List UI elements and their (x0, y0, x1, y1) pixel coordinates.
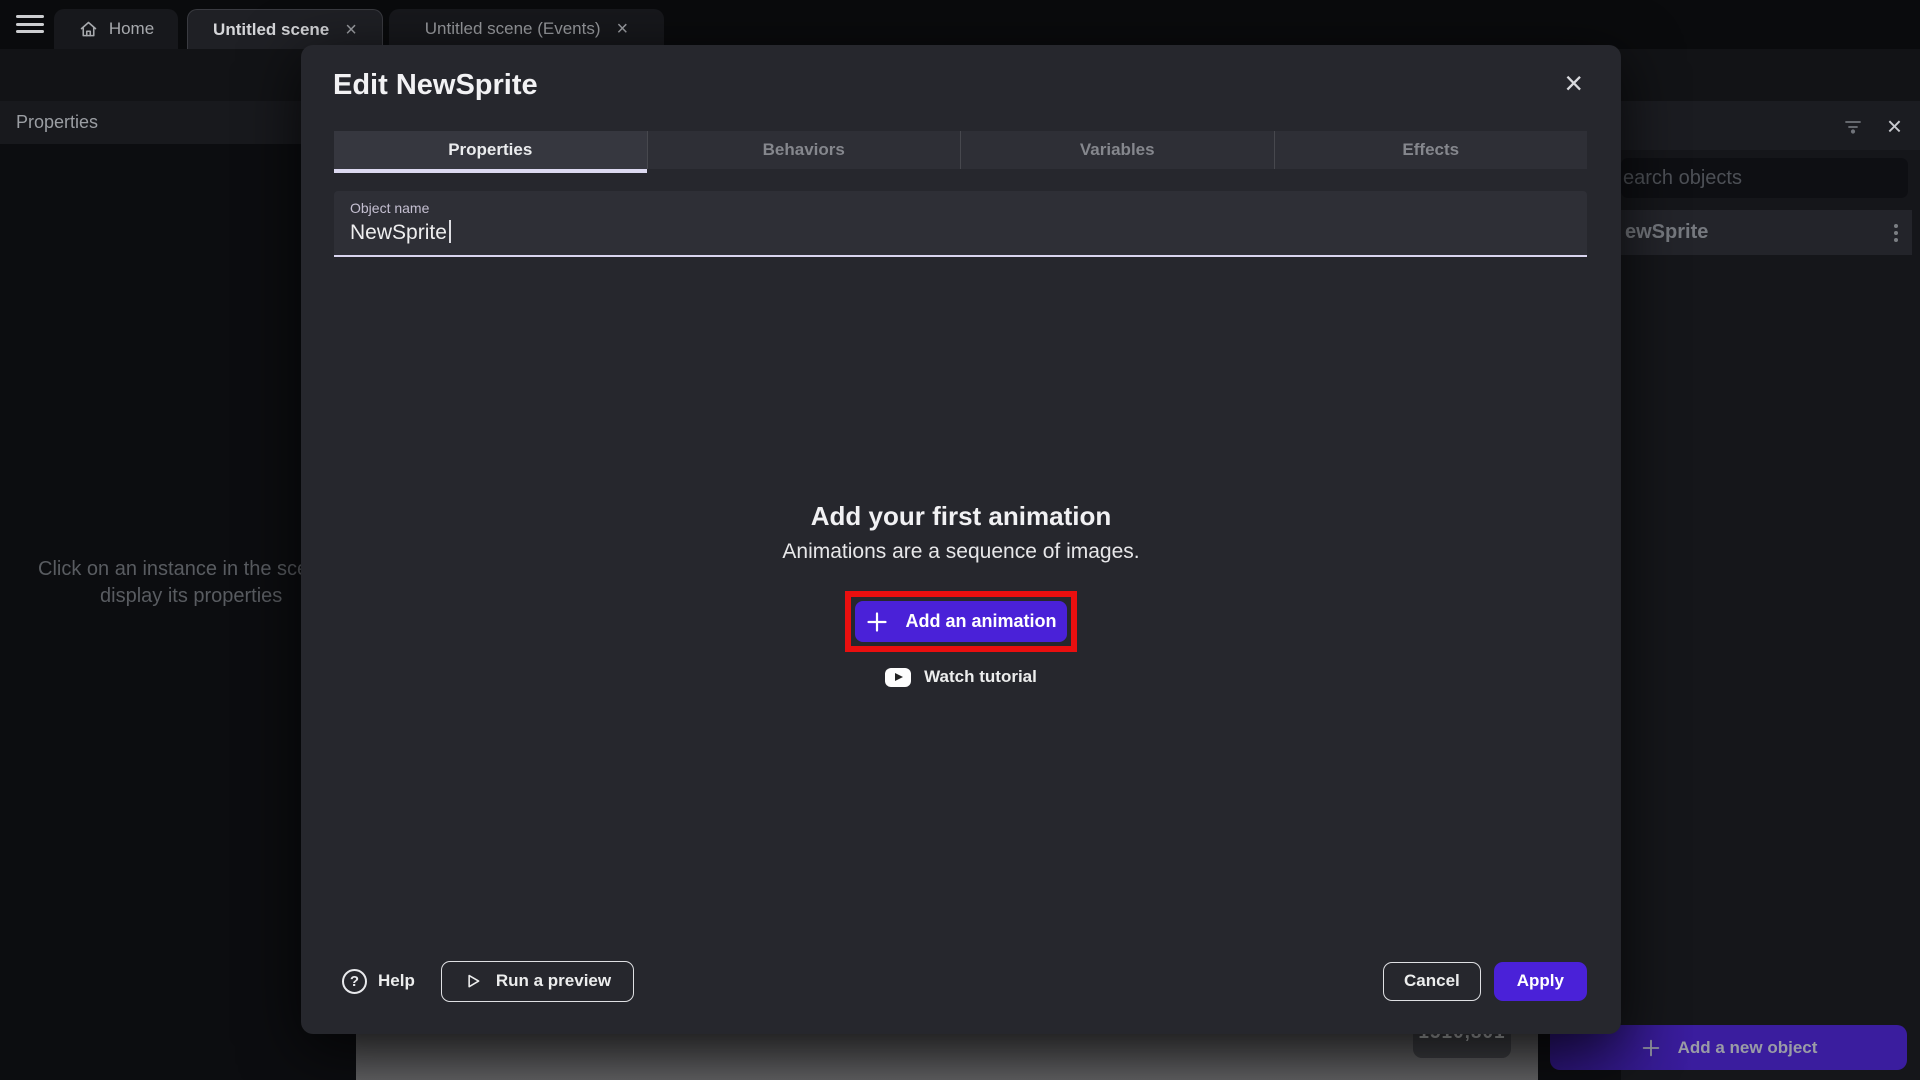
question-mark-icon: ? (342, 969, 367, 994)
close-tab-icon[interactable]: × (617, 19, 629, 39)
home-icon (78, 19, 99, 40)
tab-untitled-scene-events[interactable]: Untitled scene (Events) × (389, 9, 664, 49)
search-objects-placeholder: earch objects (1621, 167, 1742, 190)
tab-effects[interactable]: Effects (1274, 131, 1588, 169)
project-tabs: Home Untitled scene × Untitled scene (Ev… (54, 9, 664, 49)
tab-home[interactable]: Home (54, 9, 178, 49)
edit-object-dialog: Edit NewSprite × Properties Behaviors Va… (301, 45, 1621, 1034)
tab-scene-label: Untitled scene (213, 20, 329, 40)
tab-home-label: Home (109, 19, 154, 39)
properties-empty-text-line1: Click on an instance in the sce (38, 558, 308, 581)
empty-state-subheading: Animations are a sequence of images. (301, 540, 1621, 564)
plus-icon (865, 610, 889, 634)
object-name-label: Object name (350, 200, 1571, 216)
highlight-rectangle: Add an animation (845, 591, 1077, 652)
close-panel-icon[interactable]: × (1887, 113, 1902, 139)
watch-tutorial-link[interactable]: Watch tutorial (301, 667, 1621, 687)
help-label: Help (378, 971, 415, 991)
close-dialog-icon[interactable]: × (1564, 67, 1583, 99)
tab-untitled-scene[interactable]: Untitled scene × (187, 9, 383, 49)
apply-label: Apply (1517, 971, 1564, 991)
play-icon (464, 972, 483, 991)
properties-empty-text-line2: display its properties (100, 585, 282, 608)
dialog-tabs: Properties Behaviors Variables Effects (334, 131, 1587, 169)
run-preview-label: Run a preview (496, 971, 611, 991)
properties-panel-title: Properties (16, 112, 98, 133)
run-preview-button[interactable]: Run a preview (441, 961, 634, 1002)
cancel-label: Cancel (1404, 971, 1460, 991)
tab-properties-label: Properties (448, 140, 532, 160)
top-bar: Home Untitled scene × Untitled scene (Ev… (0, 0, 1920, 49)
plus-icon (1640, 1037, 1662, 1059)
tab-variables-label: Variables (1080, 140, 1155, 160)
tab-properties[interactable]: Properties (334, 131, 647, 169)
empty-state-heading: Add your first animation (301, 501, 1621, 532)
add-animation-label: Add an animation (905, 611, 1056, 632)
animations-empty-state: Add your first animation Animations are … (301, 501, 1621, 687)
object-name-field[interactable]: Object name NewSprite (334, 191, 1587, 257)
tab-events-label: Untitled scene (Events) (425, 19, 601, 39)
add-animation-button[interactable]: Add an animation (855, 601, 1067, 642)
youtube-icon (885, 668, 911, 687)
text-caret (449, 220, 451, 243)
tab-effects-label: Effects (1402, 140, 1459, 160)
dialog-title: Edit NewSprite (333, 69, 538, 102)
objects-panel-header: × (1621, 101, 1920, 150)
object-list-item[interactable]: ewSprite (1621, 210, 1912, 255)
cancel-button[interactable]: Cancel (1383, 962, 1481, 1001)
watch-tutorial-label: Watch tutorial (924, 667, 1037, 687)
apply-button[interactable]: Apply (1494, 962, 1587, 1001)
filter-icon[interactable] (1841, 114, 1865, 138)
help-button[interactable]: ? Help (334, 969, 415, 994)
close-tab-icon[interactable]: × (345, 20, 357, 40)
dialog-footer: ? Help Run a preview Cancel Apply (334, 957, 1587, 1005)
search-objects-input[interactable]: earch objects (1621, 158, 1908, 198)
object-item-menu-icon[interactable] (1892, 222, 1900, 244)
tab-behaviors[interactable]: Behaviors (647, 131, 961, 169)
tab-variables[interactable]: Variables (960, 131, 1274, 169)
app-window: Home Untitled scene × Untitled scene (Ev… (0, 0, 1920, 1080)
tab-behaviors-label: Behaviors (763, 140, 845, 160)
scene-canvas[interactable] (356, 1030, 1538, 1080)
object-name-value: NewSprite (350, 220, 1571, 245)
add-new-object-label: Add a new object (1678, 1038, 1818, 1058)
object-item-label: ewSprite (1625, 221, 1708, 244)
menu-icon[interactable] (16, 12, 44, 36)
